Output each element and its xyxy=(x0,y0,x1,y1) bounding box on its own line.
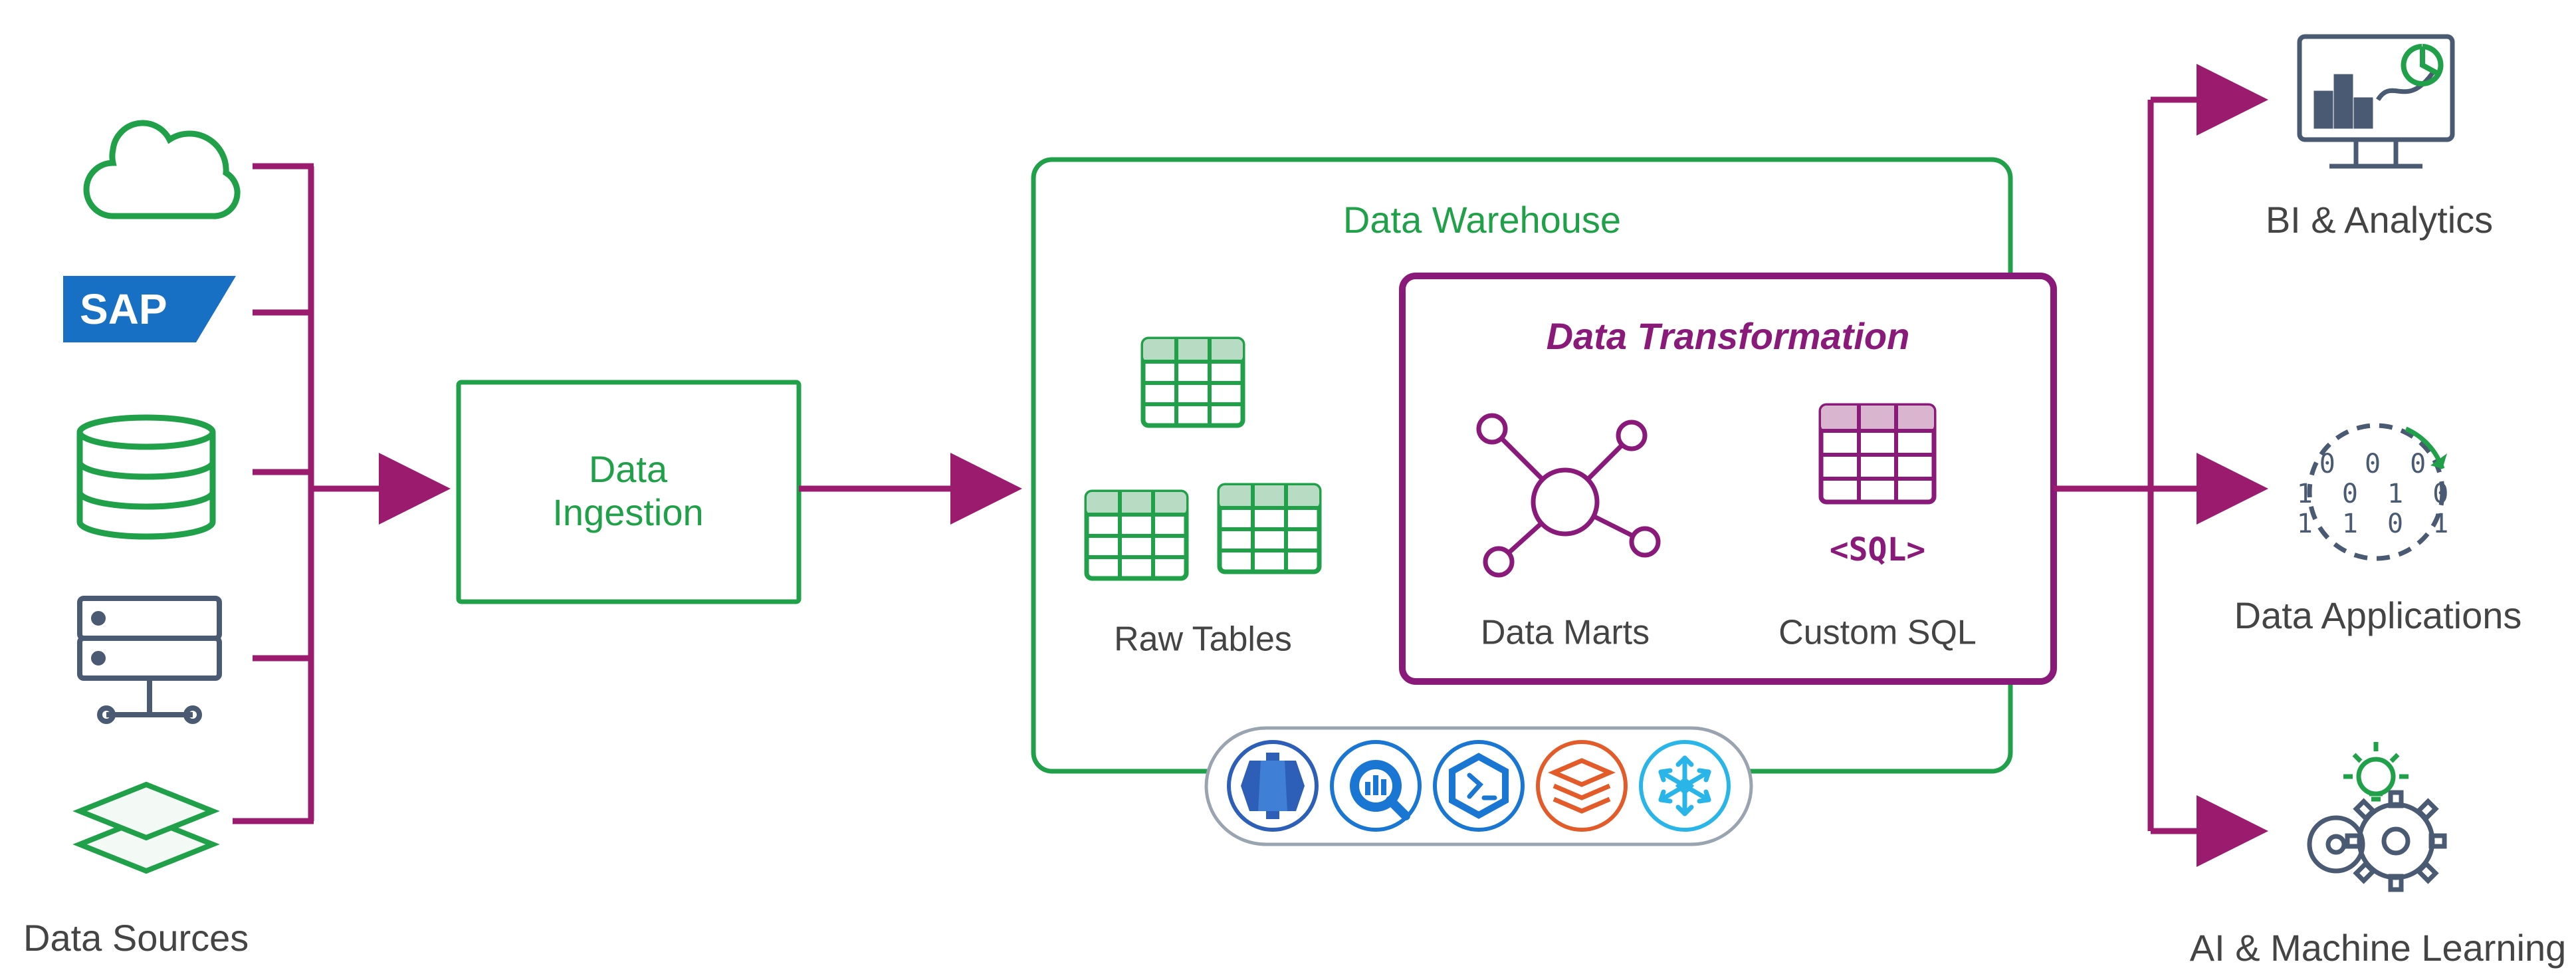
layers-icon xyxy=(80,785,213,871)
binary-row-1: 0 0 0 xyxy=(2319,449,2432,479)
data-applications-label: Data Applications xyxy=(2234,594,2522,636)
raw-tables-label: Raw Tables xyxy=(1114,620,1292,659)
data-marts-label: Data Marts xyxy=(1481,614,1650,652)
bigquery-icon xyxy=(1332,742,1420,830)
data-warehouse-box: Data Warehouse xyxy=(1033,160,2054,771)
custom-sql-label: Custom SQL xyxy=(1778,614,1977,652)
bi-analytics-group: BI & Analytics xyxy=(2266,37,2493,241)
data-sources-column: SAP Data Sources xyxy=(23,123,249,959)
transformation-title: Data Transformation xyxy=(1547,315,1910,357)
binary-row-2: 1 0 1 0 xyxy=(2297,479,2456,509)
vendor-strip xyxy=(1206,728,1751,844)
sql-tag: <SQL> xyxy=(1830,531,1926,568)
data-applications-group: 0 0 0 1 0 1 0 1 1 0 1 Data Applications xyxy=(2234,426,2522,636)
snowflake-icon xyxy=(1641,742,1729,830)
binary-row-3: 1 1 0 1 xyxy=(2297,509,2456,539)
bi-analytics-label: BI & Analytics xyxy=(2266,199,2493,241)
data-transformation-box: Data Transformation Data Marts xyxy=(1402,276,2054,681)
ingestion-label-line2: Ingestion xyxy=(552,491,703,533)
database-icon xyxy=(80,418,213,537)
server-icon xyxy=(80,598,219,721)
cloud-icon xyxy=(86,123,237,216)
warehouse-title: Data Warehouse xyxy=(1343,199,1621,241)
ai-ml-icon xyxy=(2309,742,2444,890)
ai-ml-group: AI & Machine Learning xyxy=(2190,742,2567,969)
sap-label: SAP xyxy=(80,285,167,333)
bi-analytics-icon xyxy=(2300,37,2452,166)
source-connectors xyxy=(233,166,439,821)
sap-icon: SAP xyxy=(63,276,236,342)
synapse-icon xyxy=(1435,742,1523,830)
redshift-icon xyxy=(1229,742,1317,830)
output-connectors xyxy=(2054,100,2256,831)
data-sources-label: Data Sources xyxy=(23,917,249,959)
ingestion-label-line1: Data xyxy=(589,448,668,490)
ai-ml-label: AI & Machine Learning xyxy=(2190,927,2567,969)
data-ingestion-box: Data Ingestion xyxy=(459,382,799,602)
databricks-icon xyxy=(1538,742,1626,830)
